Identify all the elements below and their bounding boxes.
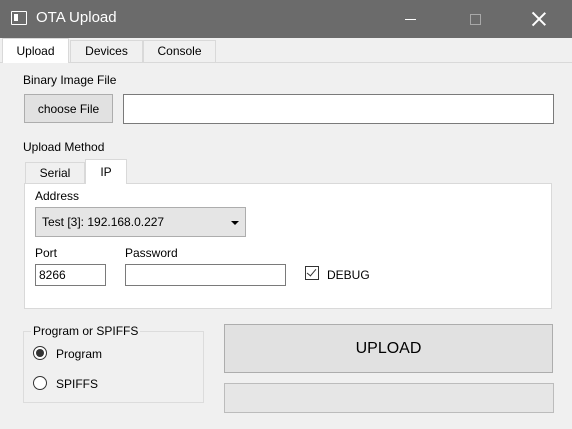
ip-settings-panel: [24, 183, 552, 309]
tab-upload[interactable]: Upload: [2, 38, 69, 63]
maximize-button[interactable]: [452, 0, 498, 38]
port-label: Port: [35, 246, 58, 260]
close-icon: [532, 12, 546, 26]
program-spiffs-group: [23, 331, 204, 403]
checkmark-icon: [306, 266, 317, 277]
tab-ip[interactable]: IP: [85, 159, 127, 184]
password-input[interactable]: [125, 264, 286, 286]
title-bar[interactable]: OTA Upload: [0, 0, 572, 38]
upload-method-label: Upload Method: [23, 140, 105, 154]
address-select-value: Test [3]: 192.168.0.227: [42, 215, 165, 229]
address-label: Address: [35, 189, 80, 203]
radio-program-label: Program: [56, 347, 103, 361]
minimize-button[interactable]: [387, 0, 433, 38]
radio-program[interactable]: [33, 346, 47, 360]
debug-label: DEBUG: [327, 268, 370, 282]
upload-button[interactable]: UPLOAD: [224, 324, 553, 373]
tab-devices[interactable]: Devices: [70, 40, 143, 62]
choose-file-button[interactable]: choose File: [24, 94, 113, 123]
upload-progress-bar: [224, 383, 554, 413]
window-title: OTA Upload: [36, 9, 117, 26]
minimize-icon: [404, 18, 416, 20]
radio-spiffs[interactable]: [33, 376, 47, 390]
chevron-down-icon: [231, 221, 239, 225]
tab-serial[interactable]: Serial: [25, 162, 85, 183]
radio-spiffs-label: SPIFFS: [56, 377, 99, 391]
file-path-input[interactable]: [123, 94, 554, 124]
binary-image-label: Binary Image File: [23, 73, 117, 87]
app-window-icon: [11, 11, 27, 25]
close-button[interactable]: [516, 0, 562, 38]
maximize-icon: [469, 13, 481, 25]
tab-console[interactable]: Console: [143, 40, 216, 62]
debug-checkbox[interactable]: [305, 266, 319, 280]
port-input[interactable]: 8266: [35, 264, 106, 286]
program-spiffs-group-title: Program or SPIFFS: [31, 324, 141, 338]
address-select[interactable]: Test [3]: 192.168.0.227: [35, 207, 246, 237]
radio-selected-dot: [36, 349, 44, 357]
password-label: Password: [125, 246, 178, 260]
